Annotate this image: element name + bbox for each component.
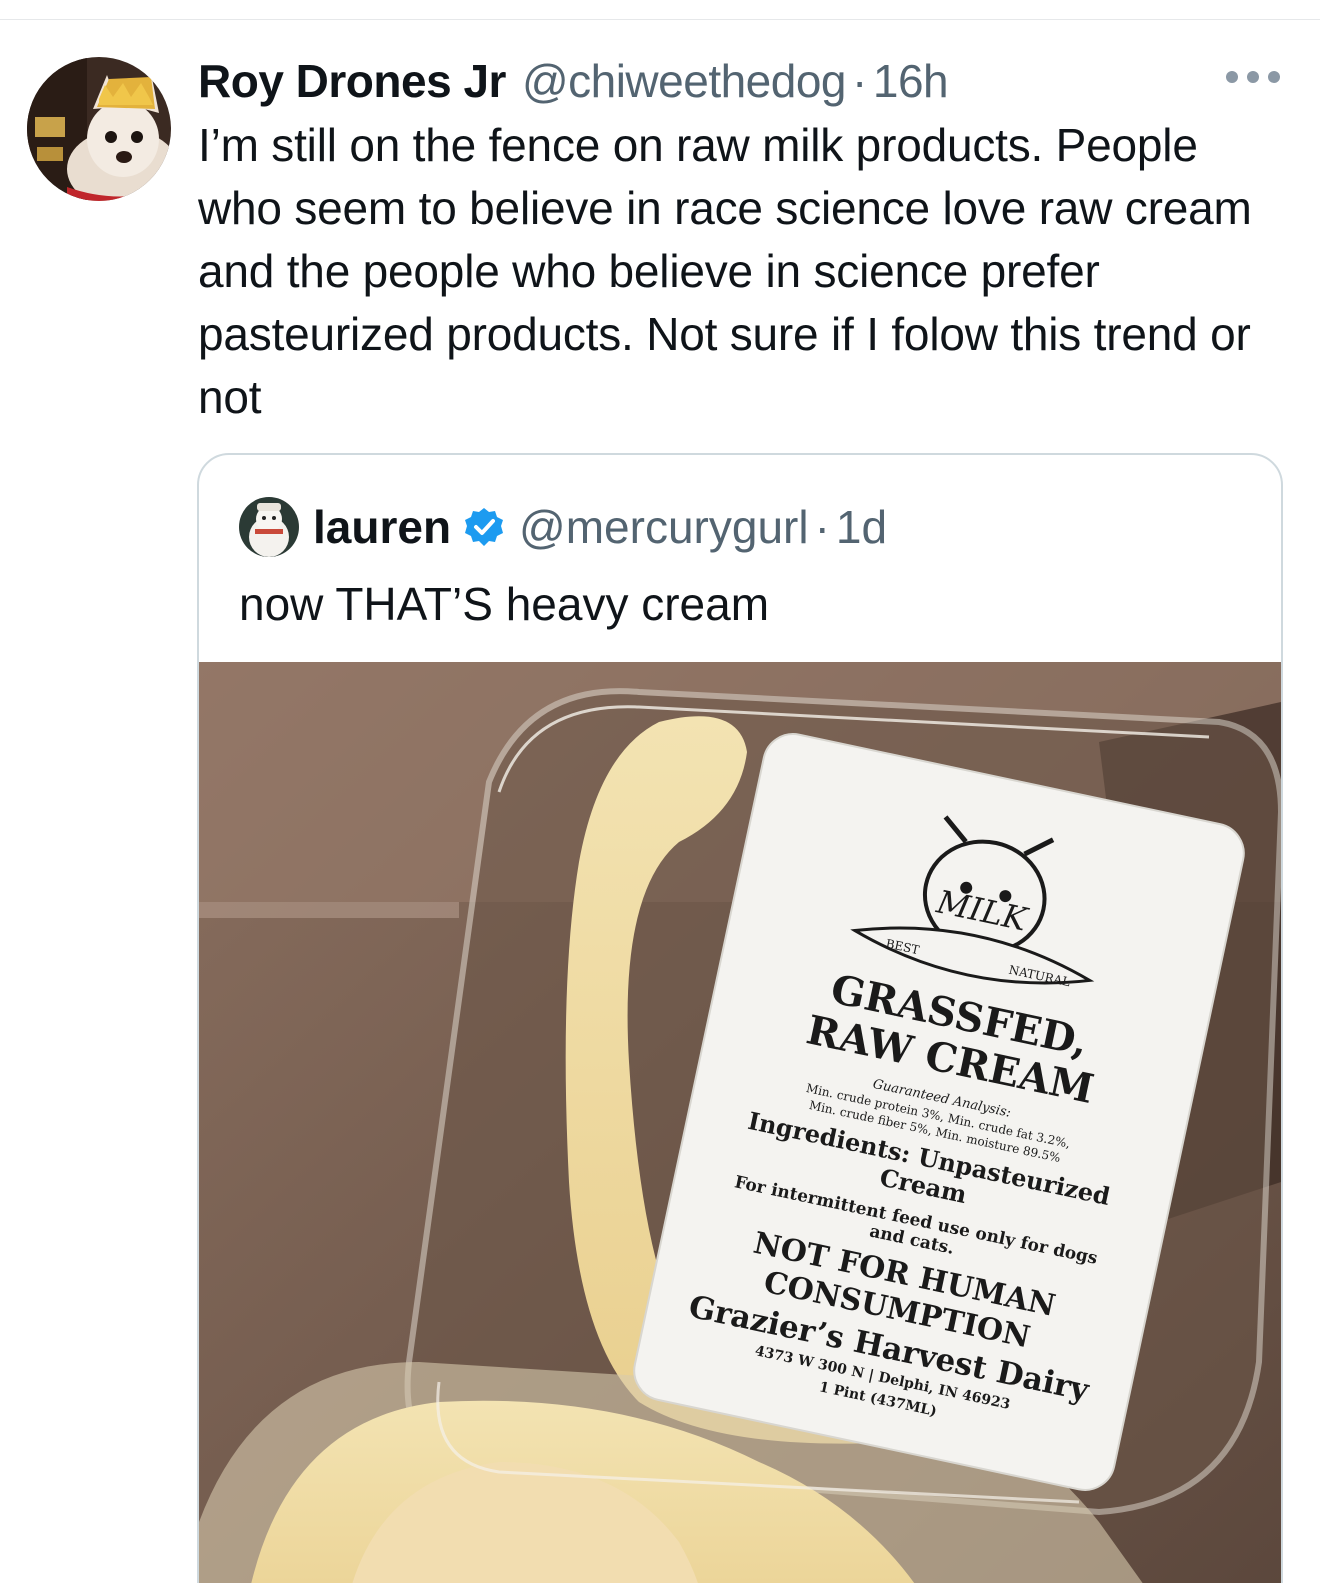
- tweet-view: Roy Drones Jr @chiweethedog · 16h I’m st…: [0, 0, 1320, 1583]
- dot-icon: [1226, 71, 1238, 83]
- dot-icon: [1268, 71, 1280, 83]
- dog-avatar-icon[interactable]: [27, 57, 171, 201]
- divider: [0, 19, 1320, 20]
- tweet-header: Roy Drones Jr @chiweethedog · 16h: [198, 50, 949, 112]
- separator-dot: ·: [814, 501, 830, 553]
- snowman-avatar-icon: [239, 497, 299, 557]
- more-options-icon[interactable]: [1226, 66, 1280, 88]
- quoted-author-handle: @mercurygurl: [519, 501, 809, 553]
- tweet-text: I’m still on the fence on raw milk produ…: [198, 119, 1252, 423]
- separator-dot: ·: [852, 55, 867, 107]
- verified-badge-icon: [463, 506, 505, 548]
- tweet-timestamp[interactable]: 16h: [873, 54, 949, 108]
- dot-icon: [1247, 71, 1259, 83]
- raw-cream-container-photo[interactable]: MILK BEST NATURAL GRASSFED, RAW CREAM Gu…: [199, 662, 1281, 1583]
- quoted-author-display-name: lauren: [313, 501, 452, 553]
- quoted-tweet-timestamp: 1d: [835, 501, 888, 553]
- quoted-tweet-card[interactable]: lauren @mercurygurl · 1d now THAT’S heav…: [197, 453, 1283, 1583]
- author-display-name[interactable]: Roy Drones Jr: [198, 54, 506, 108]
- author-handle[interactable]: @chiweethedog: [522, 54, 847, 108]
- quoted-tweet-text: now THAT’S heavy cream: [239, 578, 770, 630]
- quoted-tweet-header: lauren @mercurygurl · 1d: [239, 495, 887, 559]
